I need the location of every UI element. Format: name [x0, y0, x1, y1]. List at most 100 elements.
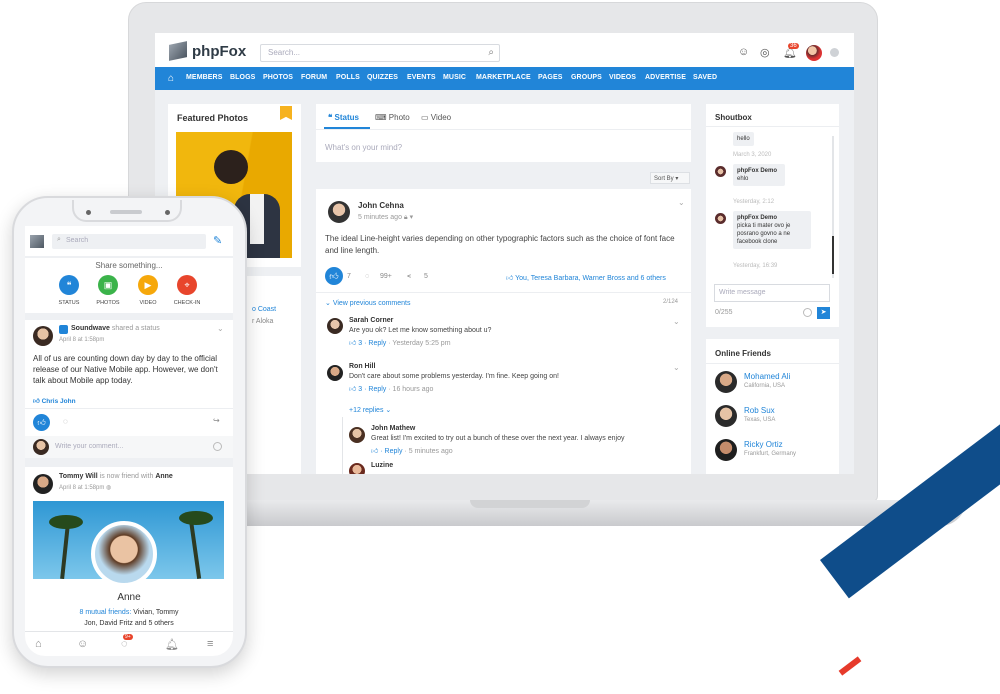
emoji-icon[interactable]	[803, 308, 812, 317]
friend-name[interactable]: Ricky Ortiz	[744, 440, 783, 449]
comment-avatar[interactable]	[327, 365, 343, 381]
share-icon[interactable]: ⪪	[407, 273, 411, 281]
search-icon[interactable]: ⌕	[488, 47, 494, 58]
mobile-post-author[interactable]: Tommy Will	[59, 473, 98, 480]
mobile-comment-input[interactable]: Write your comment...	[55, 443, 123, 450]
photos-action-label[interactable]: PHOTOS	[88, 300, 128, 306]
reply-author[interactable]: John Mathew	[371, 425, 415, 432]
nav-members[interactable]: MEMBERS	[186, 74, 222, 81]
friend-avatar[interactable]	[715, 439, 737, 461]
nav-marketplace[interactable]: MARKETPLACE	[476, 74, 531, 81]
reply-link[interactable]: Reply	[368, 386, 386, 393]
mobile-like-button[interactable]: 👍︎	[33, 414, 50, 431]
like-button[interactable]: 👍︎	[325, 267, 343, 285]
nav-saved[interactable]: SAVED	[693, 74, 717, 81]
video-action-label[interactable]: VIDEO	[128, 300, 168, 306]
nav-music[interactable]: MUSIC	[443, 74, 466, 81]
post-options-icon[interactable]: ⌄	[678, 198, 685, 207]
mobile-share-icon[interactable]: ↪	[213, 416, 220, 425]
view-previous-comments[interactable]: ⌄ View previous comments	[325, 299, 411, 307]
menu-tab-icon[interactable]: ≡	[207, 638, 213, 650]
friend-name[interactable]: Mohamed Ali	[744, 372, 790, 381]
comment-options-icon[interactable]: ⌄	[673, 363, 680, 372]
profile-name[interactable]: Anne	[25, 592, 233, 603]
nav-polls[interactable]: POLLS	[336, 74, 360, 81]
reply-link[interactable]: Reply	[385, 448, 403, 455]
send-button[interactable]: ➤	[817, 307, 830, 319]
comment-options-icon[interactable]: ⌄	[673, 317, 680, 326]
shout-avatar[interactable]	[715, 166, 726, 177]
reply-author[interactable]: Luzine	[371, 462, 393, 469]
nav-forum[interactable]: FORUM	[301, 74, 327, 81]
status-input[interactable]: What's on your mind?	[325, 143, 402, 152]
status-action-label[interactable]: STATUS	[49, 300, 89, 306]
mobile-likers[interactable]: 👍︎ Chris John	[33, 397, 76, 405]
shout-author[interactable]: phpFox Demo	[737, 215, 777, 221]
comment-meta: 👍︎ 3 · Reply · 16 hours ago	[349, 386, 434, 393]
post-author[interactable]: John Cehna	[358, 201, 404, 210]
sidebar-link[interactable]: o Coast	[252, 306, 276, 313]
sort-by-button[interactable]: Sort By ▾	[650, 172, 690, 184]
tab-status[interactable]: ❝ Status	[328, 113, 359, 122]
mobile-post-friend[interactable]: Anne	[155, 473, 173, 480]
nav-videos[interactable]: VIDEOS	[609, 74, 636, 81]
nav-events[interactable]: EVENTS	[407, 74, 436, 81]
mobile-comment-icon[interactable]: ◌	[63, 417, 68, 426]
mobile-search-input[interactable]: Search	[52, 234, 206, 249]
comment-avatar[interactable]	[327, 318, 343, 334]
messages-icon[interactable]: ◎	[760, 46, 770, 59]
mutual-friends-link[interactable]: 8 mutual friends:	[80, 609, 132, 616]
palm-leaves	[49, 515, 83, 529]
checkin-action-label[interactable]: CHECK-IN	[167, 300, 207, 306]
shoutbox-scroll-thumb[interactable]	[832, 236, 834, 274]
logo-icon[interactable]	[169, 41, 187, 61]
reply-avatar[interactable]	[349, 427, 365, 443]
home-tab-icon[interactable]: ⌂	[35, 638, 42, 650]
tab-photo[interactable]: ⌨︎ Photo	[375, 113, 410, 122]
mobile-logo-icon[interactable]	[30, 235, 44, 248]
friend-name[interactable]: Rob Sux	[744, 406, 775, 415]
comment-icon[interactable]: ◌	[365, 273, 369, 280]
palm-trunk	[188, 519, 202, 579]
nav-groups[interactable]: GROUPS	[571, 74, 602, 81]
user-avatar[interactable]	[806, 45, 822, 61]
video-action-icon[interactable]: ▶	[138, 275, 158, 295]
likes-summary[interactable]: 👍︎ You, Teresa Barbara, Warner Bross and…	[506, 273, 666, 282]
more-replies-link[interactable]: +12 replies ⌄	[349, 406, 391, 414]
home-icon[interactable]: ⌂	[168, 73, 174, 84]
nav-pages[interactable]: PAGES	[538, 74, 563, 81]
mobile-post-avatar[interactable]	[33, 326, 53, 346]
nav-blogs[interactable]: BLOGS	[230, 74, 255, 81]
profile-photo[interactable]	[91, 521, 157, 587]
checkin-action-icon[interactable]: ⌖	[177, 275, 197, 295]
comment-text: Don't care about some problems yesterday…	[349, 373, 559, 380]
search-input[interactable]: Search... ⌕	[260, 44, 500, 62]
shout-message-input[interactable]: Write message	[714, 284, 830, 302]
mobile-post-author[interactable]: Soundwave	[71, 325, 110, 332]
reply-avatar[interactable]	[349, 463, 365, 474]
post-author-avatar[interactable]	[328, 201, 350, 223]
comment-author[interactable]: Sarah Corner	[349, 317, 393, 324]
user-menu-caret[interactable]	[830, 48, 839, 57]
reply-link[interactable]: Reply	[368, 340, 386, 347]
site-logo[interactable]: phpFox	[192, 43, 246, 60]
tab-video[interactable]: ▭ Video	[421, 113, 451, 122]
nav-quizzes[interactable]: QUIZZES	[367, 74, 398, 81]
compose-icon[interactable]: ✎	[213, 234, 222, 247]
shout-avatar[interactable]	[715, 213, 726, 224]
mobile-emoji-icon[interactable]	[213, 442, 222, 451]
nav-advertise[interactable]: ADVERTISE	[645, 74, 686, 81]
friends-icon[interactable]: ☺	[738, 46, 749, 58]
comment-author[interactable]: Ron Hill	[349, 363, 375, 370]
friends-tab-icon[interactable]: ☺	[77, 638, 88, 650]
tab-video-label: Video	[430, 113, 452, 122]
mobile-post-options-icon[interactable]: ⌄	[217, 324, 224, 333]
shout-author[interactable]: phpFox Demo	[737, 168, 777, 174]
friend-avatar[interactable]	[715, 405, 737, 427]
friend-avatar[interactable]	[715, 371, 737, 393]
nav-photos[interactable]: PHOTOS	[263, 74, 293, 81]
photos-action-icon[interactable]: ▣	[98, 275, 118, 295]
status-action-icon[interactable]: ❝	[59, 275, 79, 295]
mobile-post-avatar[interactable]	[33, 474, 53, 494]
notifications-tab-icon[interactable]: 🔔︎	[165, 638, 179, 651]
